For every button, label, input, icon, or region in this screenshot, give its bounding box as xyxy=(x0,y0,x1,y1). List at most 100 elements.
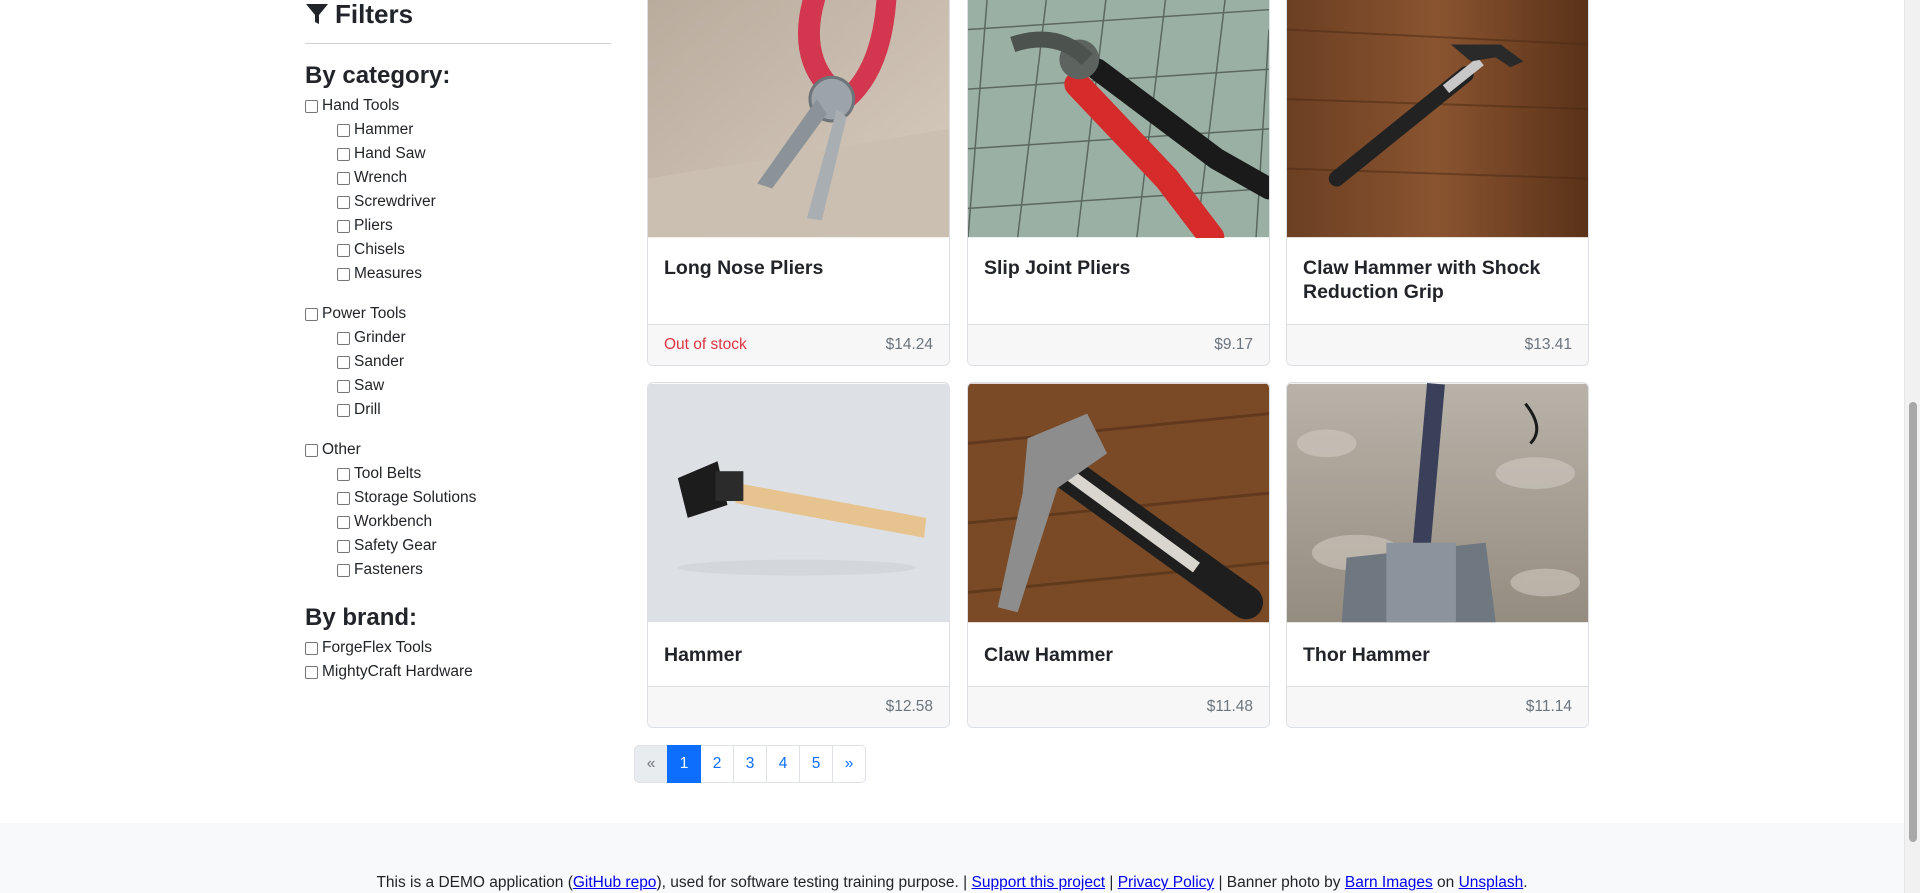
checkbox[interactable] xyxy=(337,467,350,481)
filter-option-mightycraft-hardware[interactable]: MightyCraft Hardware xyxy=(305,660,611,684)
unsplash-link[interactable]: Unsplash xyxy=(1459,874,1524,891)
product-card[interactable]: Thor Hammer $11.14 xyxy=(1286,382,1589,728)
filters-title-text: Filters xyxy=(335,0,414,29)
filter-option-label: Tool Belts xyxy=(354,465,422,482)
product-price: $11.48 xyxy=(1206,698,1253,715)
checkbox[interactable] xyxy=(337,355,350,369)
checkbox[interactable] xyxy=(305,665,318,679)
checkbox[interactable] xyxy=(337,539,350,553)
product-image xyxy=(648,383,949,623)
checkbox[interactable] xyxy=(337,123,350,137)
checkbox[interactable] xyxy=(305,307,318,321)
vertical-scrollbar[interactable] xyxy=(1904,0,1920,893)
filter-option-workbench[interactable]: Workbench xyxy=(305,510,611,534)
product-price: $12.58 xyxy=(885,698,933,715)
filter-option-label: Hand Tools xyxy=(322,97,400,114)
filter-option-label: Other xyxy=(322,441,361,458)
filter-option-hand-saw[interactable]: Hand Saw xyxy=(305,142,611,166)
filter-option-label: Pliers xyxy=(354,217,393,234)
card-footer: Out of stock $14.24 xyxy=(648,324,949,365)
page-link-2[interactable]: 2 xyxy=(700,745,734,783)
filter-option-safety-gear[interactable]: Safety Gear xyxy=(305,534,611,558)
card-footer: $9.17 xyxy=(968,324,1269,365)
checkbox[interactable] xyxy=(337,379,350,393)
page-link-1[interactable]: 1 xyxy=(667,745,701,783)
pagination: « 1 2 3 4 5 » xyxy=(634,745,866,783)
filter-option-label: Measures xyxy=(354,265,423,282)
filter-option-label: Screwdriver xyxy=(354,193,436,210)
product-card[interactable]: Long Nose Pliers Out of stock $14.24 xyxy=(647,0,950,366)
filter-option-label: Wrench xyxy=(354,169,408,186)
filter-option-fasteners[interactable]: Fasteners xyxy=(305,558,611,582)
filter-option-screwdriver[interactable]: Screwdriver xyxy=(305,190,611,214)
product-title: Claw Hammer xyxy=(984,644,1113,666)
support-link[interactable]: Support this project xyxy=(972,874,1106,891)
stock-status: Out of stock xyxy=(664,336,747,353)
github-repo-link[interactable]: GitHub repo xyxy=(573,874,657,891)
page-link-3[interactable]: 3 xyxy=(733,745,767,783)
brand-list: ForgeFlex Tools MightyCraft Hardware xyxy=(305,636,611,684)
checkbox[interactable] xyxy=(337,331,350,345)
checkbox[interactable] xyxy=(337,403,350,417)
category-list: Hand Tools Hammer Hand Saw Wrench Screwdrive… xyxy=(305,94,611,582)
filter-option-label: MightyCraft Hardware xyxy=(322,663,473,680)
checkbox[interactable] xyxy=(337,171,350,185)
pagination-next[interactable]: » xyxy=(832,745,866,783)
filter-option-measures[interactable]: Measures xyxy=(305,262,611,286)
category-group-power-tools: Power Tools Grinder Sander Saw Drill xyxy=(305,302,611,422)
card-footer: $13.41 xyxy=(1287,324,1588,365)
checkbox[interactable] xyxy=(305,641,318,655)
filter-option-label: Drill xyxy=(354,401,381,418)
privacy-policy-link[interactable]: Privacy Policy xyxy=(1118,874,1214,891)
filter-option-tool-belts[interactable]: Tool Belts xyxy=(305,462,611,486)
checkbox[interactable] xyxy=(337,147,350,161)
filter-option-hammer[interactable]: Hammer xyxy=(305,118,611,142)
footer-text-part: on xyxy=(1432,874,1459,891)
checkbox[interactable] xyxy=(337,563,350,577)
card-footer: $11.14 xyxy=(1287,686,1588,727)
scrollbar-thumb[interactable] xyxy=(1909,402,1917,842)
filter-option-saw[interactable]: Saw xyxy=(305,374,611,398)
page-link-4[interactable]: 4 xyxy=(766,745,800,783)
product-price: $13.41 xyxy=(1524,336,1572,353)
filter-option-label: Saw xyxy=(354,377,385,394)
product-card[interactable]: Slip Joint Pliers $9.17 xyxy=(967,0,1270,366)
filter-option-drill[interactable]: Drill xyxy=(305,398,611,422)
checkbox[interactable] xyxy=(305,443,318,457)
product-card[interactable]: Claw Hammer $11.48 xyxy=(967,382,1270,728)
filter-option-wrench[interactable]: Wrench xyxy=(305,166,611,190)
category-group-hand-tools: Hand Tools Hammer Hand Saw Wrench Screwdrive… xyxy=(305,94,611,286)
checkbox[interactable] xyxy=(337,267,350,281)
filter-option-pliers[interactable]: Pliers xyxy=(305,214,611,238)
checkbox[interactable] xyxy=(337,515,350,529)
footer-separator: | xyxy=(1105,874,1118,891)
checkbox[interactable] xyxy=(337,219,350,233)
filter-option-label: Sander xyxy=(354,353,404,370)
filter-option-chisels[interactable]: Chisels xyxy=(305,238,611,262)
page-link-5[interactable]: 5 xyxy=(799,745,833,783)
checkbox[interactable] xyxy=(337,491,350,505)
footer-text-part: ), used for software testing training pu… xyxy=(656,874,972,891)
checkbox[interactable] xyxy=(337,243,350,257)
product-title: Slip Joint Pliers xyxy=(984,257,1131,279)
filter-icon xyxy=(306,4,328,24)
brand-heading: By brand: xyxy=(305,604,418,631)
category-heading: By category: xyxy=(305,62,451,89)
card-footer: $11.48 xyxy=(968,686,1269,727)
filter-option-label: Workbench xyxy=(354,513,433,530)
filter-option-hand-tools[interactable]: Hand Tools xyxy=(305,94,611,118)
filter-option-grinder[interactable]: Grinder xyxy=(305,326,611,350)
checkbox[interactable] xyxy=(337,195,350,209)
product-card[interactable]: Hammer $12.58 xyxy=(647,382,950,728)
filter-option-power-tools[interactable]: Power Tools xyxy=(305,302,611,326)
filter-option-other[interactable]: Other xyxy=(305,438,611,462)
filter-option-storage-solutions[interactable]: Storage Solutions xyxy=(305,486,611,510)
product-card[interactable]: Claw Hammer with Shock Reduction Grip $1… xyxy=(1286,0,1589,366)
barn-images-link[interactable]: Barn Images xyxy=(1345,874,1433,891)
pagination-previous[interactable]: « xyxy=(634,745,668,783)
filter-option-sander[interactable]: Sander xyxy=(305,350,611,374)
product-image xyxy=(648,0,949,238)
filter-option-forgeflex-tools[interactable]: ForgeFlex Tools xyxy=(305,636,611,660)
checkbox[interactable] xyxy=(305,99,318,113)
product-title: Claw Hammer with Shock Reduction Grip xyxy=(1303,257,1541,303)
